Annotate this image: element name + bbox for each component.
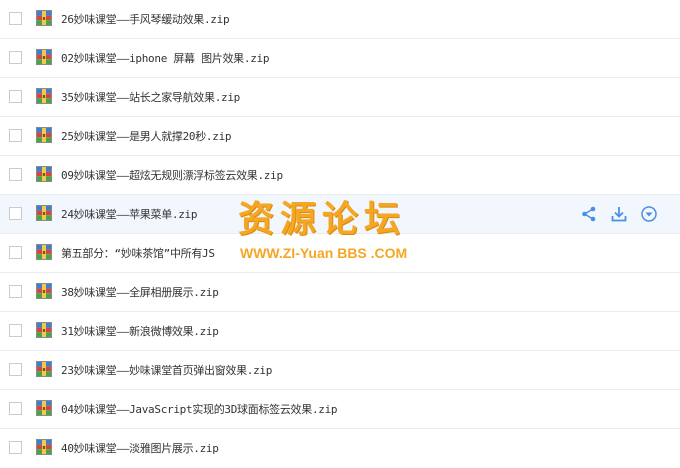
zip-archive-icon [36, 205, 52, 221]
row-checkbox[interactable] [9, 402, 22, 415]
file-name[interactable]: 02妙味课堂——iphone 屏幕 图片效果.zip [61, 50, 269, 66]
file-name[interactable]: 25妙味课堂——是男人就撑20秒.zip [61, 128, 232, 144]
zip-archive-icon [36, 400, 52, 416]
file-name[interactable]: 38妙味课堂——全屏相册展示.zip [61, 284, 219, 300]
file-list: 26妙味课堂——手风琴缓动效果.zip 02妙味课堂——iphone 屏幕 图片… [0, 0, 680, 460]
download-icon[interactable] [610, 205, 628, 223]
row-checkbox[interactable] [9, 90, 22, 103]
more-icon[interactable] [640, 205, 658, 223]
file-row[interactable]: 第五部分：“妙味茶馆”中所有JS [0, 234, 680, 273]
share-icon[interactable] [580, 205, 598, 223]
file-row[interactable]: 31妙味课堂——新浪微博效果.zip [0, 312, 680, 351]
file-name[interactable]: 40妙味课堂——淡雅图片展示.zip [61, 440, 219, 456]
row-actions [580, 205, 658, 223]
row-checkbox[interactable] [9, 12, 22, 25]
zip-archive-icon [36, 127, 52, 143]
zip-archive-icon [36, 322, 52, 338]
zip-archive-icon [36, 10, 52, 26]
row-checkbox[interactable] [9, 168, 22, 181]
zip-archive-icon [36, 283, 52, 299]
file-row[interactable]: 04妙味课堂——JavaScript实现的3D球面标签云效果.zip [0, 390, 680, 429]
file-row[interactable]: 25妙味课堂——是男人就撑20秒.zip [0, 117, 680, 156]
file-row[interactable]: 02妙味课堂——iphone 屏幕 图片效果.zip [0, 39, 680, 78]
zip-archive-icon [36, 49, 52, 65]
file-row[interactable]: 38妙味课堂——全屏相册展示.zip [0, 273, 680, 312]
file-name[interactable]: 35妙味课堂——站长之家导航效果.zip [61, 89, 240, 105]
file-row-hovered[interactable]: 24妙味课堂——苹果菜单.zip [0, 195, 680, 234]
file-row[interactable]: 26妙味课堂——手风琴缓动效果.zip [0, 0, 680, 39]
row-checkbox[interactable] [9, 51, 22, 64]
zip-archive-icon [36, 361, 52, 377]
file-row[interactable]: 40妙味课堂——淡雅图片展示.zip [0, 429, 680, 468]
row-checkbox[interactable] [9, 246, 22, 259]
zip-archive-icon [36, 244, 52, 260]
row-checkbox[interactable] [9, 207, 22, 220]
file-name[interactable]: 26妙味课堂——手风琴缓动效果.zip [61, 11, 230, 27]
file-name[interactable]: 23妙味课堂——妙味课堂首页弹出窗效果.zip [61, 362, 272, 378]
zip-archive-icon [36, 88, 52, 104]
file-name[interactable]: 31妙味课堂——新浪微博效果.zip [61, 323, 219, 339]
file-name[interactable]: 09妙味课堂——超炫无规则漂浮标签云效果.zip [61, 167, 283, 183]
file-name[interactable]: 24妙味课堂——苹果菜单.zip [61, 206, 197, 222]
row-checkbox[interactable] [9, 285, 22, 298]
zip-archive-icon [36, 439, 52, 455]
row-checkbox[interactable] [9, 363, 22, 376]
file-row[interactable]: 35妙味课堂——站长之家导航效果.zip [0, 78, 680, 117]
file-row[interactable]: 23妙味课堂——妙味课堂首页弹出窗效果.zip [0, 351, 680, 390]
row-checkbox[interactable] [9, 441, 22, 454]
row-checkbox[interactable] [9, 129, 22, 142]
zip-archive-icon [36, 166, 52, 182]
file-name[interactable]: 第五部分：“妙味茶馆”中所有JS [61, 245, 215, 261]
file-name[interactable]: 04妙味课堂——JavaScript实现的3D球面标签云效果.zip [61, 401, 338, 417]
file-row[interactable]: 09妙味课堂——超炫无规则漂浮标签云效果.zip [0, 156, 680, 195]
row-checkbox[interactable] [9, 324, 22, 337]
